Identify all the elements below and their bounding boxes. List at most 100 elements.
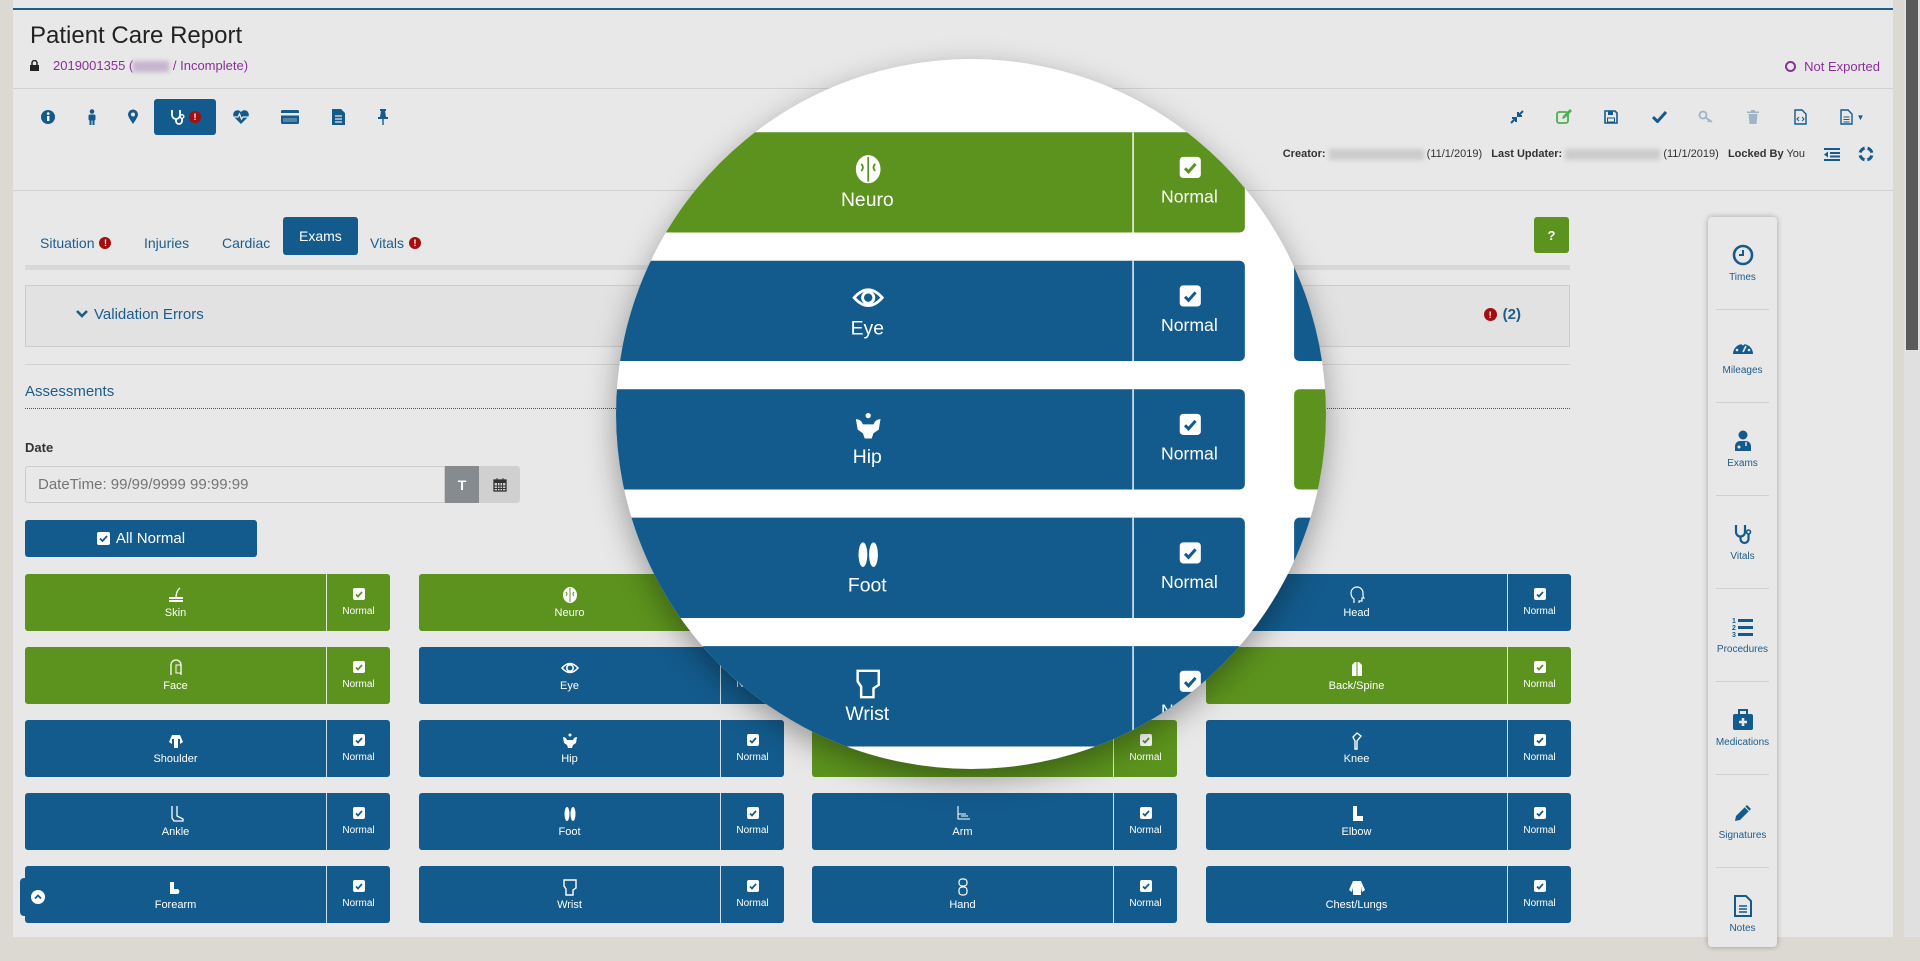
date-input[interactable]: [25, 466, 445, 503]
checkbox-icon: [1178, 413, 1200, 435]
normal-toggle[interactable]: Normal: [326, 720, 390, 777]
tab-cardiac[interactable]: Cardiac: [222, 224, 270, 262]
brain-icon: [855, 155, 880, 184]
exam-tile-button[interactable]: Hand: [812, 866, 1113, 923]
right-nav-item-signatures[interactable]: Signatures: [1708, 775, 1777, 868]
heartbeat-icon[interactable]: [229, 105, 253, 129]
exam-tile[interactable]: Face Normal: [25, 647, 390, 704]
exam-tile-button[interactable]: Forearm: [25, 866, 326, 923]
normal-toggle: Normal: [1132, 260, 1245, 362]
person-icon[interactable]: [80, 105, 104, 129]
validation-count: ! (2): [1483, 306, 1521, 323]
normal-toggle[interactable]: Normal: [1113, 793, 1177, 850]
exam-tile[interactable]: Foot Normal: [419, 793, 784, 850]
normal-toggle[interactable]: Normal: [1507, 574, 1571, 631]
tab-exams[interactable]: Exams: [283, 217, 358, 255]
life-ring-icon[interactable]: [1854, 142, 1878, 166]
normal-toggle[interactable]: Normal: [326, 574, 390, 631]
normal-toggle[interactable]: Normal: [1507, 720, 1571, 777]
normal-toggle[interactable]: Normal: [1507, 647, 1571, 704]
exam-tile[interactable]: Hand Normal: [812, 866, 1177, 923]
edit-icon[interactable]: [1552, 105, 1576, 129]
magnified-exam-tile: Normal: [1294, 389, 1326, 490]
right-nav-item-exams[interactable]: Exams: [1708, 403, 1777, 496]
document-dropdown-icon[interactable]: ▼: [1835, 105, 1869, 129]
exam-tile[interactable]: Ankle Normal: [25, 793, 390, 850]
right-nav-item-medications[interactable]: Medications: [1708, 682, 1777, 775]
right-nav-label: Notes: [1729, 923, 1756, 934]
tab-situation[interactable]: Situation!: [40, 224, 112, 262]
checkbox-icon: [746, 880, 759, 892]
tab-injuries[interactable]: Injuries: [144, 224, 189, 262]
validation-toggle[interactable]: Validation Errors: [76, 306, 204, 323]
exam-tile-button[interactable]: Face: [25, 647, 326, 704]
locked-label: Locked By: [1727, 148, 1784, 160]
trash-icon[interactable]: [1741, 105, 1765, 129]
exam-tile-button[interactable]: Chest/Lungs: [1206, 866, 1507, 923]
compress-icon[interactable]: [1505, 105, 1529, 129]
normal-label: Normal: [1161, 188, 1218, 208]
checkbox-icon: [1178, 285, 1200, 307]
right-nav-item-vitals[interactable]: Vitals: [1708, 496, 1777, 589]
exam-label: Foot: [558, 826, 581, 838]
map-marker-icon[interactable]: [121, 105, 145, 129]
exam-tile[interactable]: Wrist Normal: [419, 866, 784, 923]
exam-toolbar-button[interactable]: !: [154, 99, 216, 135]
normal-toggle[interactable]: Normal: [720, 793, 784, 850]
exam-label: Knee: [1343, 753, 1370, 765]
exam-tile[interactable]: Chest/Lungs Normal: [1206, 866, 1571, 923]
clock-icon: [1732, 244, 1753, 266]
normal-toggle[interactable]: Normal: [326, 866, 390, 923]
document-icon[interactable]: [326, 105, 350, 129]
credit-card-icon[interactable]: [278, 105, 302, 129]
check-icon[interactable]: [1647, 105, 1671, 129]
exam-tile-button[interactable]: Shoulder: [25, 720, 326, 777]
exam-tile[interactable]: Forearm Normal: [25, 866, 390, 923]
exam-tile-button[interactable]: Foot: [419, 793, 720, 850]
exam-label: Eye: [850, 318, 885, 340]
scrollbar-thumb[interactable]: [1906, 0, 1918, 350]
head-icon: [1349, 586, 1365, 603]
error-icon: !: [1483, 308, 1497, 321]
exam-tile[interactable]: Skin Normal: [25, 574, 390, 631]
normal-label: Normal: [1129, 898, 1162, 909]
right-nav-item-times[interactable]: Times: [1708, 217, 1777, 310]
exam-tile-button[interactable]: Elbow: [1206, 793, 1507, 850]
info-icon[interactable]: [36, 105, 60, 129]
normal-toggle[interactable]: Normal: [326, 647, 390, 704]
normal-toggle[interactable]: Normal: [1507, 866, 1571, 923]
exam-tile[interactable]: Shoulder Normal: [25, 720, 390, 777]
exam-tile-button[interactable]: Skin: [25, 574, 326, 631]
calendar-button[interactable]: [479, 466, 520, 503]
help-button[interactable]: ?: [1534, 217, 1569, 253]
tab-vitals[interactable]: Vitals!: [370, 224, 421, 262]
numbered-list-icon: 123: [1732, 618, 1753, 638]
export-status: Not Exported: [1785, 59, 1880, 74]
checkbox-icon: [352, 661, 365, 673]
normal-toggle[interactable]: Normal: [1507, 793, 1571, 850]
save-icon[interactable]: [1599, 105, 1623, 129]
exam-tile-button[interactable]: Ankle: [25, 793, 326, 850]
all-normal-button[interactable]: All Normal: [25, 520, 257, 557]
exam-label: Neuro: [554, 607, 585, 619]
exam-tile-button[interactable]: Wrist: [419, 866, 720, 923]
scroll-up-button[interactable]: [20, 878, 56, 916]
right-nav-label: Vitals: [1730, 551, 1755, 562]
normal-toggle[interactable]: Normal: [1113, 866, 1177, 923]
now-button[interactable]: T: [445, 466, 479, 503]
exam-tile-button[interactable]: Arm: [812, 793, 1113, 850]
code-file-icon[interactable]: [1788, 105, 1812, 129]
normal-toggle[interactable]: Normal: [720, 866, 784, 923]
right-nav-item-notes[interactable]: Notes: [1708, 868, 1777, 961]
right-nav-label: Medications: [1715, 737, 1770, 748]
exam-tile[interactable]: Arm Normal: [812, 793, 1177, 850]
key-icon[interactable]: [1694, 105, 1718, 129]
normal-toggle: Normal: [1132, 517, 1245, 618]
magnified-exam-tile: Hand Normal: [1294, 646, 1326, 747]
exam-tile[interactable]: Elbow Normal: [1206, 793, 1571, 850]
right-nav-item-mileages[interactable]: Mileages: [1708, 310, 1777, 403]
pin-icon[interactable]: [371, 105, 395, 129]
outdent-icon[interactable]: [1820, 142, 1844, 166]
right-nav-item-procedures[interactable]: 123 Procedures: [1708, 589, 1777, 682]
normal-toggle[interactable]: Normal: [326, 793, 390, 850]
